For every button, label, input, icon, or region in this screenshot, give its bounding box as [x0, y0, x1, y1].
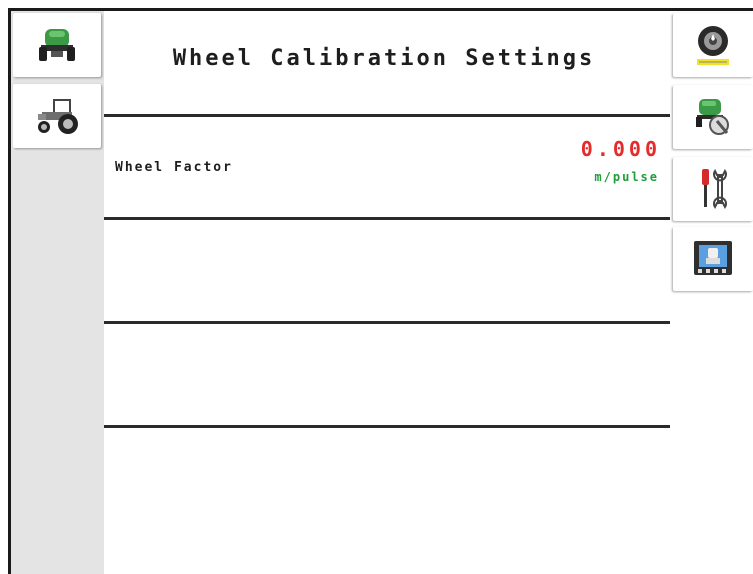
page-title: Wheel Calibration Settings [172, 46, 596, 71]
implement-tools-tab[interactable] [673, 85, 753, 149]
settings-row-empty [104, 324, 670, 424]
wheel-factor-value[interactable]: 0.000 [581, 137, 661, 161]
implement-tab[interactable] [13, 13, 101, 77]
display-screen-icon [692, 239, 734, 279]
divider-line [104, 425, 670, 428]
wheel-factor-unit: m/pulse [594, 170, 659, 184]
settings-row-empty [104, 220, 670, 320]
wheel-factor-label: Wheel Factor [115, 160, 233, 175]
wheel-sensor-icon [693, 23, 733, 67]
tractor-tab[interactable] [13, 84, 101, 148]
wheel-sensor-tab[interactable] [673, 13, 753, 77]
implement-icon [35, 27, 79, 63]
display-tab[interactable] [673, 227, 753, 291]
implement-tools-icon [691, 95, 735, 139]
tractor-icon [32, 97, 82, 135]
screwdriver-wrench-icon [697, 167, 729, 211]
tools-tab[interactable] [673, 157, 753, 221]
